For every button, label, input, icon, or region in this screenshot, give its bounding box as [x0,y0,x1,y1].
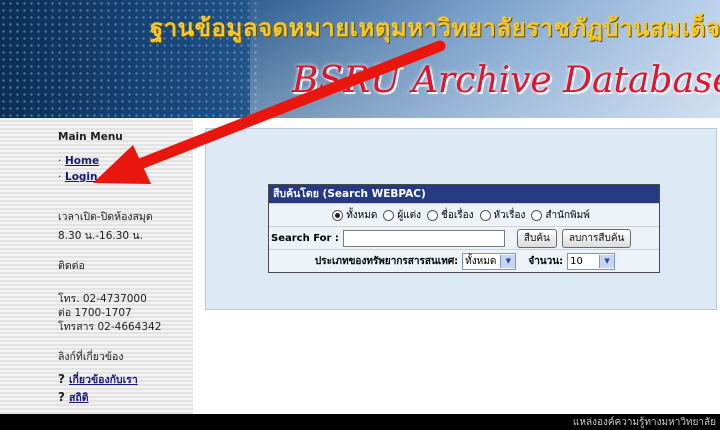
radio-subject[interactable]: หัวเรื่อง [479,208,526,223]
header-banner: ฐานข้อมูลจดหมายเหตุมหาวิทยาลัยราชภัฏบ้าน… [0,0,720,118]
search-type-row: ทั้งหมด ผู้แต่ง ชื่อเรื่อง หัวเรื่อง สำน… [269,203,659,226]
about-link[interactable]: เกี่ยวข้องกับเรา [69,374,138,386]
chevron-down-icon: ▼ [599,254,615,268]
resource-type-label: ประเภทของทรัพยากรสารสนเทศ: [314,255,459,267]
radio-publisher[interactable]: สำนักพิมพ์ [531,208,590,223]
radio-icon [383,209,395,221]
hours-title: เวลาเปิด-ปิดห้องสมุด [58,211,153,223]
radio-all[interactable]: ทั้งหมด [332,208,377,223]
related-link-about[interactable]: ? เกี่ยวข้องกับเรา [58,371,138,388]
search-form-header: สืบค้นโดย (Search WEBPAC) [269,185,659,203]
question-mark-icon: ? [58,390,65,404]
radio-icon [531,209,543,221]
search-options-row: ประเภทของทรัพยากรสารสนเทศ: ทั้งหมด ▼ จำนว… [269,249,659,272]
radio-icon [479,209,491,221]
footer-bar: แหล่งองค์ความรู้ทางมหาวิทยาลัย [0,414,720,430]
contact-fax: โทรสาร 02-4664342 [58,321,162,333]
main-menu-title: Main Menu [58,131,123,143]
search-button[interactable]: สืบค้น [516,228,557,248]
count-value: 10 [570,255,583,267]
count-select[interactable]: 10 ▼ [567,252,616,270]
resource-type-value: ทั้งหมด [465,255,497,267]
related-link-stats[interactable]: ? สถิติ [58,389,89,406]
related-links-title: ลิงก์ที่เกี่ยวข้อง [58,351,124,363]
radio-author-label: ผู้แต่ง [397,209,422,221]
radio-title-label: ชื่อเรื่อง [441,209,474,221]
radio-all-label: ทั้งหมด [346,209,378,221]
footer-text: แหล่งองค์ความรู้ทางมหาวิทยาลัย [572,417,716,428]
radio-title[interactable]: ชื่อเรื่อง [427,208,474,223]
search-input[interactable] [342,229,505,247]
search-form: สืบค้นโดย (Search WEBPAC) ทั้งหมด ผู้แต่… [268,184,660,273]
search-for-label: Search For : [271,232,339,244]
count-label: จำนวน: [528,255,564,267]
clear-search-button[interactable]: ลบการสืบค้น [561,228,632,248]
english-site-title: BSRU Archive Database [292,60,720,101]
radio-selected-icon [332,209,344,221]
home-link[interactable]: Home [65,155,99,167]
hours-value: 8.30 น.-16.30 น. [58,230,143,242]
radio-subject-label: หัวเรื่อง [493,209,526,221]
radio-icon [427,209,439,221]
stats-link[interactable]: สถิติ [69,392,89,404]
radio-author[interactable]: ผู้แต่ง [383,208,421,223]
radio-publisher-label: สำนักพิมพ์ [545,209,590,221]
question-mark-icon: ? [58,372,65,386]
resource-type-select[interactable]: ทั้งหมด ▼ [462,252,517,270]
sidebar-item-login[interactable]: · Login [58,171,98,183]
chevron-down-icon: ▼ [500,254,516,268]
search-input-row: Search For : สืบค้น ลบการสืบค้น [269,226,659,249]
contact-title: ติดต่อ [58,260,85,272]
sidebar-item-home[interactable]: · Home [58,155,99,167]
login-link[interactable]: Login [65,171,98,183]
thai-site-title: ฐานข้อมูลจดหมายเหตุมหาวิทยาลัยราชภัฏบ้าน… [150,13,720,42]
